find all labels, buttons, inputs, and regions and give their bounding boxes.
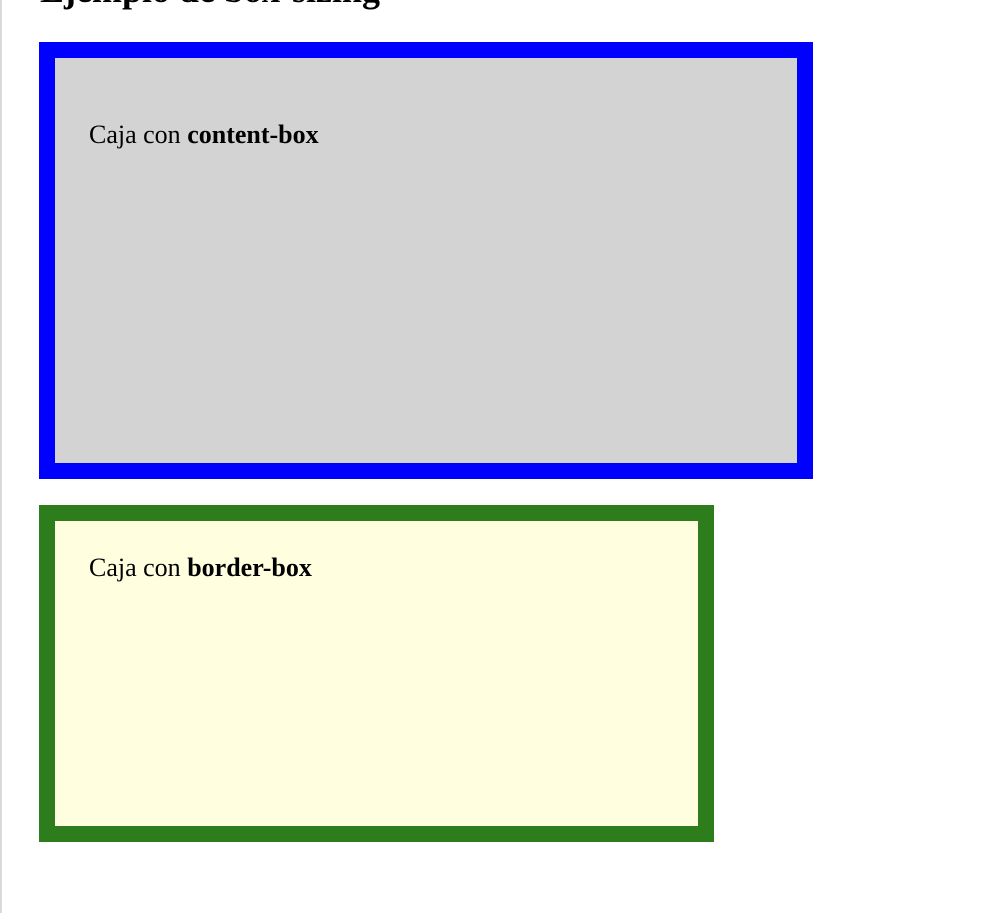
border-box-demo: Caja con border-box	[39, 505, 714, 842]
content-box-label-prefix: Caja con	[89, 120, 188, 149]
content-box-demo: Caja con content-box	[39, 42, 813, 479]
border-box-label: Caja con border-box	[89, 553, 312, 583]
border-box-keyword: border-box	[187, 553, 312, 582]
left-edge-divider	[0, 0, 2, 913]
content-box-keyword: content-box	[187, 120, 319, 149]
page-title: Ejemplo de box-sizing	[40, 0, 380, 10]
content-box-label: Caja con content-box	[89, 120, 319, 150]
page: Ejemplo de box-sizing Caja con content-b…	[0, 0, 1006, 913]
border-box-label-prefix: Caja con	[89, 553, 188, 582]
